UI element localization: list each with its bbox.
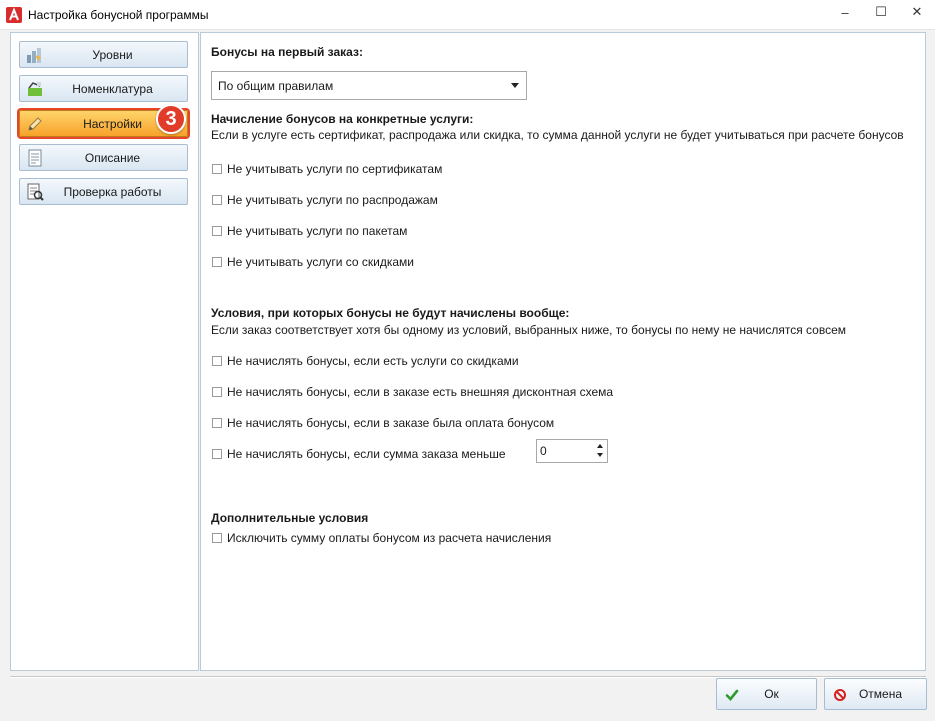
catalog-icon bbox=[26, 80, 44, 98]
first-order-selected-value: По общим правилам bbox=[218, 78, 334, 93]
checkmark-icon bbox=[725, 688, 739, 702]
checkbox-row[interactable]: Не учитывать услуги по пакетам bbox=[212, 224, 407, 238]
cancel-icon bbox=[833, 688, 847, 702]
close-button[interactable]: ✕ bbox=[899, 0, 935, 24]
checkbox[interactable] bbox=[212, 164, 222, 174]
checkbox-row[interactable]: Не учитывать услуги по сертификатам bbox=[212, 162, 442, 176]
checkbox-row[interactable]: Не учитывать услуги со скидками bbox=[212, 255, 414, 269]
first-order-heading: Бонусы на первый заказ: bbox=[211, 45, 363, 59]
maximize-button[interactable]: ☐ bbox=[863, 0, 899, 24]
chevron-down-icon bbox=[511, 83, 519, 88]
conditions-heading: Условия, при которых бонусы не будут нач… bbox=[211, 306, 570, 320]
checkbox[interactable] bbox=[212, 195, 222, 205]
checkbox[interactable] bbox=[212, 533, 222, 543]
title-bar: Настройка бонусной программы – ☐ ✕ bbox=[0, 0, 935, 30]
nav-item-catalog[interactable]: Номенклатура bbox=[19, 75, 188, 102]
stepper-up-icon[interactable] bbox=[597, 444, 603, 448]
step-badge: 3 bbox=[156, 104, 186, 134]
checkbox-label: Не начислять бонусы, если сумма заказа м… bbox=[227, 447, 506, 461]
stepper-down-icon[interactable] bbox=[597, 453, 603, 457]
settings-pencil-icon bbox=[26, 115, 44, 133]
nav-item-description[interactable]: Описание bbox=[19, 144, 188, 171]
checkbox[interactable] bbox=[212, 226, 222, 236]
min-amount-stepper[interactable]: 0 bbox=[536, 439, 608, 463]
settings-panel: Бонусы на первый заказ: По общим правила… bbox=[200, 32, 926, 671]
checkbox-label: Не начислять бонусы, если есть услуги со… bbox=[227, 354, 519, 368]
app-logo-icon bbox=[6, 6, 22, 23]
minimize-button[interactable]: – bbox=[827, 0, 863, 24]
nav-item-levels[interactable]: Уровни bbox=[19, 41, 188, 68]
checkbox-label: Не учитывать услуги по распродажам bbox=[227, 193, 438, 207]
document-icon bbox=[26, 149, 44, 167]
checkbox-label: Не учитывать услуги со скидками bbox=[227, 255, 415, 269]
checkbox[interactable] bbox=[212, 257, 222, 267]
ok-button[interactable]: Ок bbox=[716, 678, 817, 710]
nav-item-check[interactable]: Проверка работы bbox=[19, 178, 188, 205]
checkbox-row[interactable]: Не начислять бонусы, если есть услуги со… bbox=[212, 354, 519, 368]
conditions-description: Если заказ соответствует хотя бы одному … bbox=[211, 323, 846, 337]
checkbox-label: Не учитывать услуги по пакетам bbox=[227, 224, 408, 238]
checkbox-row[interactable]: Не начислять бонусы, если сумма заказа м… bbox=[212, 447, 506, 461]
nav-item-label: Проверка работы bbox=[63, 184, 162, 199]
checkbox[interactable] bbox=[212, 418, 222, 428]
checkbox-label: Не учитывать услуги по сертификатам bbox=[227, 162, 443, 176]
min-amount-value: 0 bbox=[540, 444, 547, 458]
checkbox-label: Не начислять бонусы, если в заказе была … bbox=[227, 416, 555, 430]
levels-icon bbox=[26, 46, 44, 64]
checkbox-row[interactable]: Исключить сумму оплаты бонусом из расчет… bbox=[212, 531, 551, 545]
services-description: Если в услуге есть сертификат, распродаж… bbox=[211, 128, 904, 142]
dialog-body: Уровни Номенклатура Настройки Описание П… bbox=[0, 30, 935, 721]
checkbox-label: Исключить сумму оплаты бонусом из расчет… bbox=[227, 531, 552, 545]
nav-item-label: Номенклатура bbox=[72, 81, 153, 96]
nav-item-label: Уровни bbox=[92, 47, 133, 62]
checkbox-label: Не начислять бонусы, если в заказе есть … bbox=[227, 385, 614, 399]
stepper-arrows[interactable] bbox=[595, 442, 605, 460]
nav-item-label: Описание bbox=[84, 150, 141, 165]
checkbox-row[interactable]: Не начислять бонусы, если в заказе была … bbox=[212, 416, 554, 430]
additional-heading: Дополнительные условия bbox=[211, 511, 369, 525]
first-order-select[interactable]: По общим правилам bbox=[211, 71, 527, 100]
window-title: Настройка бонусной программы bbox=[28, 7, 209, 22]
cancel-button[interactable]: Отмена bbox=[824, 678, 927, 710]
checkbox[interactable] bbox=[212, 356, 222, 366]
checkbox-row[interactable]: Не учитывать услуги по распродажам bbox=[212, 193, 438, 207]
check-report-icon bbox=[26, 183, 44, 201]
services-heading: Начисление бонусов на конкретные услуги: bbox=[211, 112, 474, 126]
checkbox-row[interactable]: Не начислять бонусы, если в заказе есть … bbox=[212, 385, 613, 399]
checkbox[interactable] bbox=[212, 387, 222, 397]
checkbox[interactable] bbox=[212, 449, 222, 459]
